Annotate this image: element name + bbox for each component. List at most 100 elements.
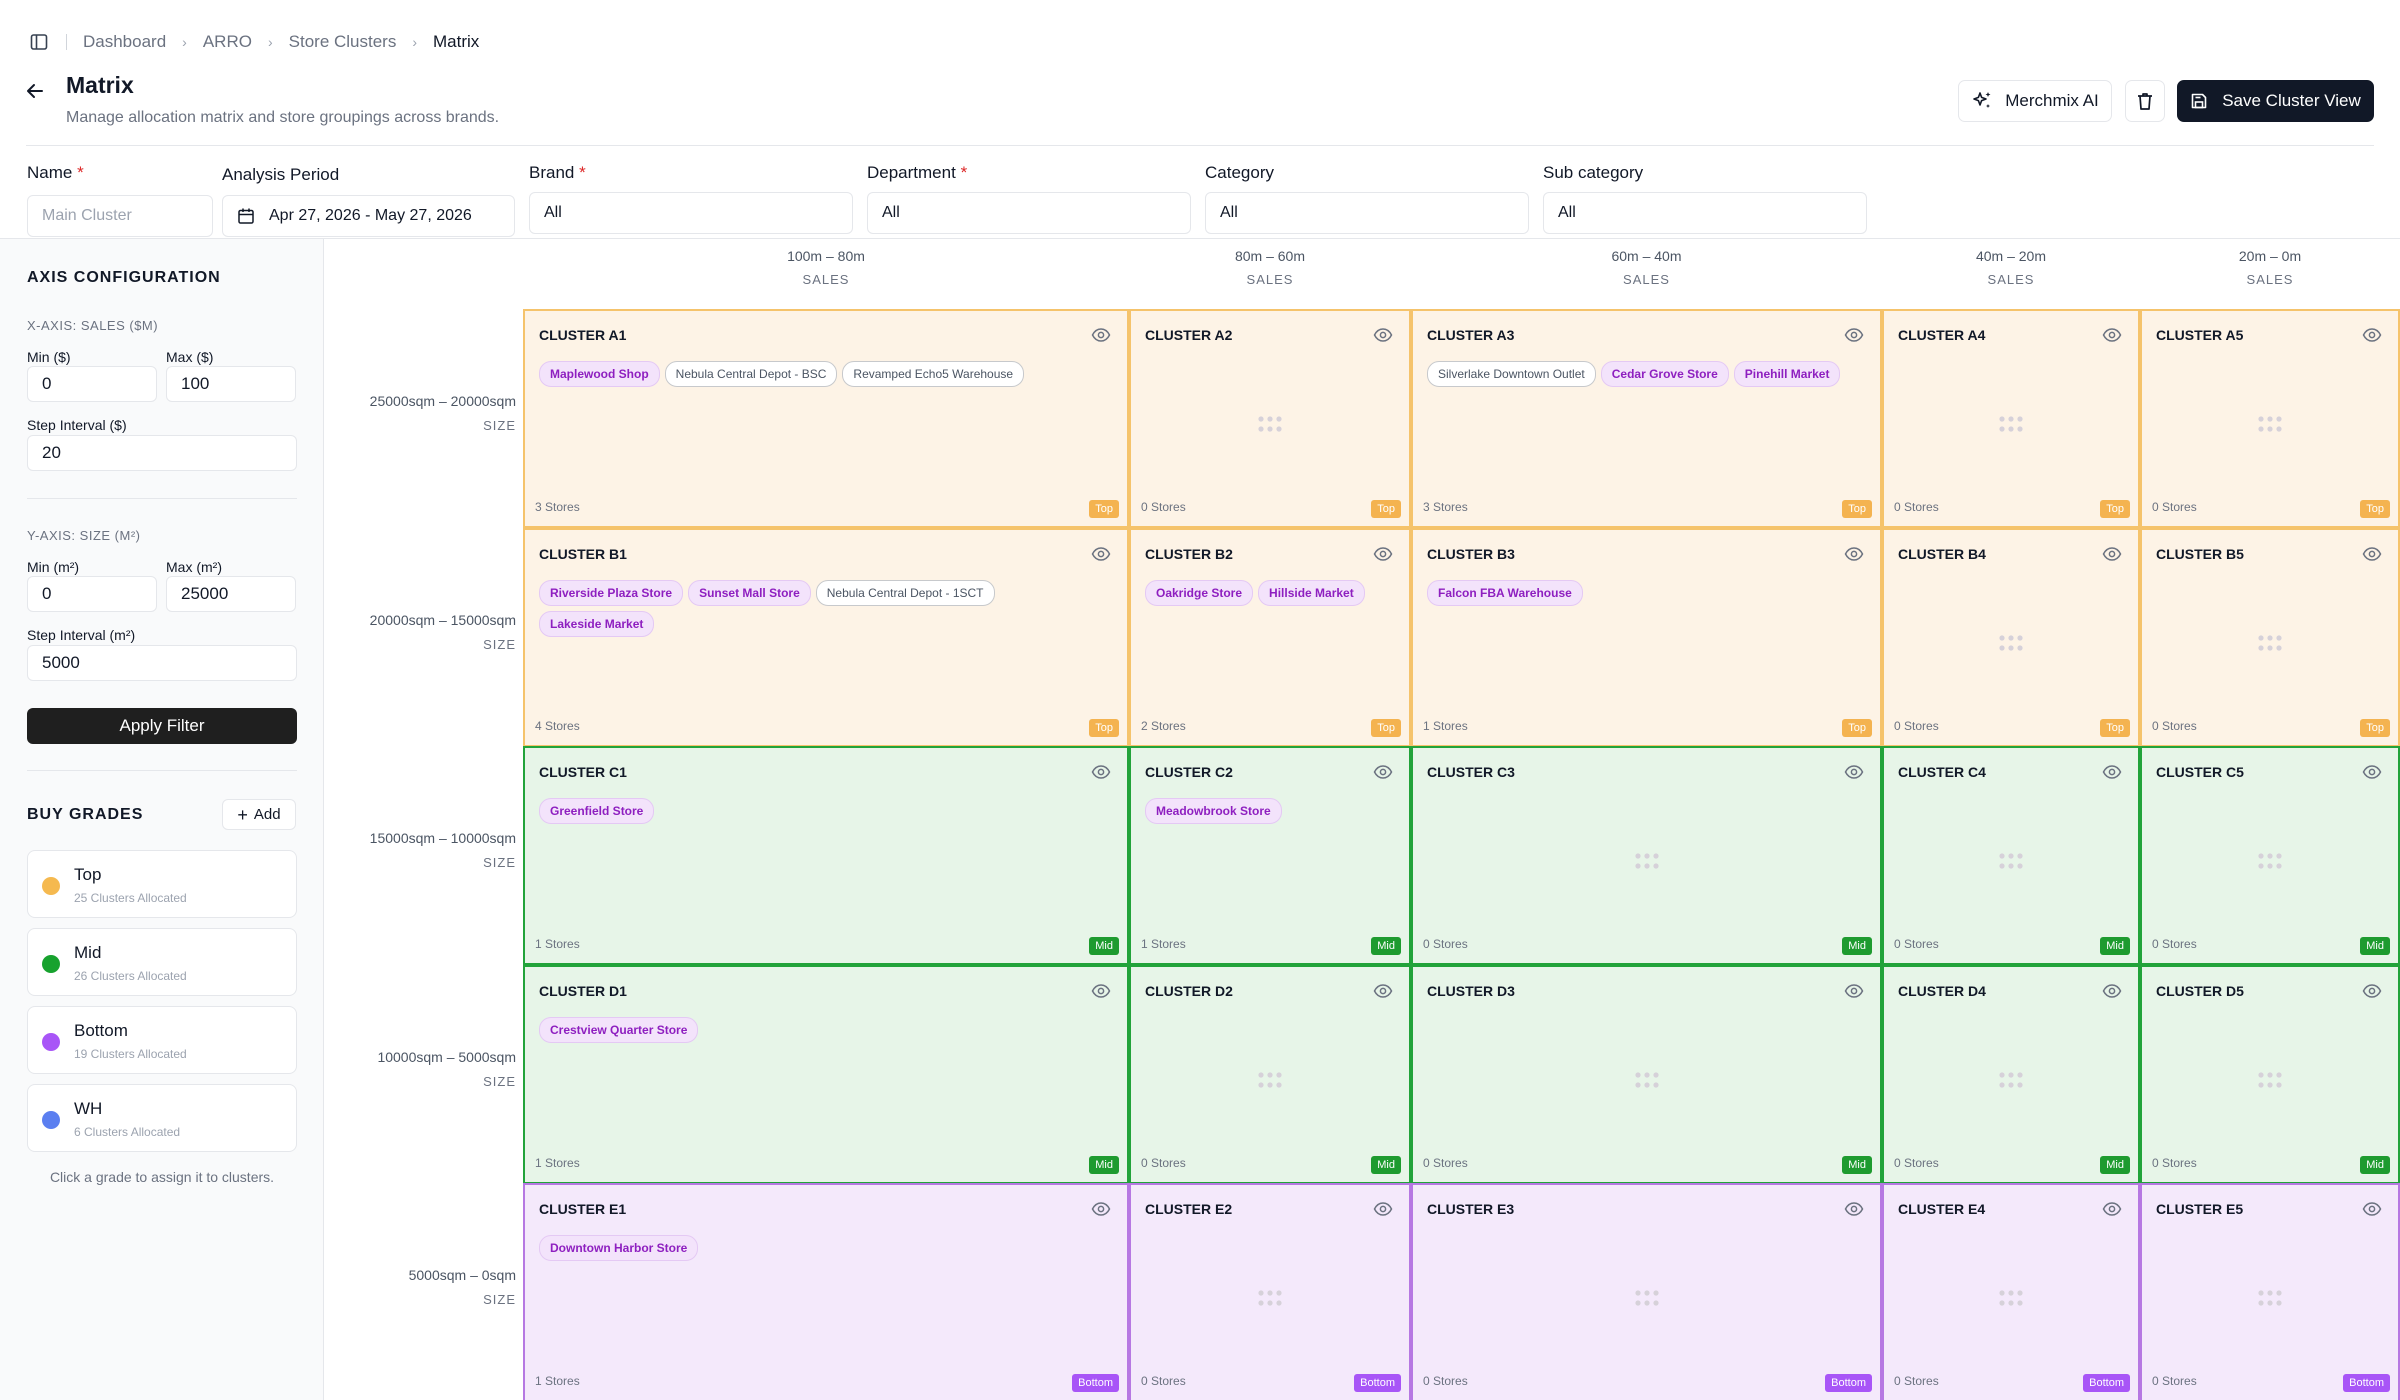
eye-icon[interactable] — [2102, 983, 2122, 999]
cluster-cell[interactable]: CLUSTER E5 0 Stores Bottom — [2140, 1183, 2400, 1400]
store-chip[interactable]: Greenfield Store — [539, 798, 655, 824]
store-chip[interactable]: Meadowbrook Store — [1145, 798, 1282, 824]
cluster-cell[interactable]: CLUSTER D3 0 Stores Mid — [1411, 965, 1882, 1184]
store-chip[interactable]: Falcon FBA Warehouse — [1427, 580, 1583, 606]
drag-handle-icon[interactable] — [1256, 1071, 1284, 1089]
eye-icon[interactable] — [1844, 983, 1864, 999]
category-select[interactable]: All — [1205, 192, 1529, 234]
cluster-cell[interactable]: CLUSTER D4 0 Stores Mid — [1882, 965, 2140, 1184]
name-input[interactable]: Main Cluster — [27, 195, 213, 237]
eye-icon[interactable] — [2102, 764, 2122, 780]
eye-icon[interactable] — [1844, 1201, 1864, 1217]
drag-handle-icon[interactable] — [2256, 415, 2284, 433]
y-step-input[interactable]: 5000 — [27, 645, 297, 681]
store-chip[interactable]: Lakeside Market — [539, 611, 655, 637]
cluster-cell[interactable]: CLUSTER E3 0 Stores Bottom — [1411, 1183, 1882, 1400]
eye-icon[interactable] — [1373, 764, 1393, 780]
cluster-cell[interactable]: CLUSTER C1 Greenfield Store 1 Stores Mid — [523, 746, 1129, 965]
eye-icon[interactable] — [1091, 983, 1111, 999]
store-chip[interactable]: Riverside Plaza Store — [539, 580, 684, 606]
cluster-cell[interactable]: CLUSTER A5 0 Stores Top — [2140, 309, 2400, 528]
department-select[interactable]: All — [867, 192, 1191, 234]
drag-handle-icon[interactable] — [1633, 1071, 1661, 1089]
sidebar-toggle-icon[interactable] — [26, 30, 52, 54]
eye-icon[interactable] — [1373, 1201, 1393, 1217]
cluster-cell[interactable]: CLUSTER E1 Downtown Harbor Store 1 Stores B… — [523, 1183, 1129, 1400]
cluster-cell[interactable]: CLUSTER C4 0 Stores Mid — [1882, 746, 2140, 965]
subcategory-select[interactable]: All — [1543, 192, 1867, 234]
eye-icon[interactable] — [2362, 983, 2382, 999]
store-chip[interactable]: Nebula Central Depot - 1SCT — [815, 580, 995, 606]
apply-filter-button[interactable]: Apply Filter — [27, 708, 297, 744]
cluster-cell[interactable]: CLUSTER C2 Meadowbrook Store 1 Stores Mid — [1129, 746, 1411, 965]
eye-icon[interactable] — [2362, 1201, 2382, 1217]
eye-icon[interactable] — [2362, 546, 2382, 562]
eye-icon[interactable] — [1844, 764, 1864, 780]
cluster-cell[interactable]: CLUSTER D2 0 Stores Mid — [1129, 965, 1411, 1184]
eye-icon[interactable] — [2362, 327, 2382, 343]
add-grade-button[interactable]: + Add — [222, 799, 296, 830]
eye-icon[interactable] — [1091, 764, 1111, 780]
eye-icon[interactable] — [1373, 546, 1393, 562]
grade-wh[interactable]: WH 6 Clusters Allocated — [27, 1084, 297, 1152]
cluster-cell[interactable]: CLUSTER A2 0 Stores Top — [1129, 309, 1411, 528]
save-cluster-view-button[interactable]: Save Cluster View — [2177, 80, 2374, 122]
store-chip[interactable]: Cedar Grove Store — [1600, 361, 1729, 387]
eye-icon[interactable] — [1373, 983, 1393, 999]
y-min-input[interactable]: 0 — [27, 576, 157, 612]
store-chip[interactable]: Sunset Mall Store — [688, 580, 811, 606]
x-min-input[interactable]: 0 — [27, 366, 157, 402]
drag-handle-icon[interactable] — [1997, 415, 2025, 433]
cluster-cell[interactable]: CLUSTER D1 Crestview Quarter Store 1 Store… — [523, 965, 1129, 1184]
eye-icon[interactable] — [2362, 764, 2382, 780]
breadcrumb-arro[interactable]: ARRO — [203, 32, 252, 52]
store-chip[interactable]: Hillside Market — [1258, 580, 1365, 606]
brand-select[interactable]: All — [529, 192, 853, 234]
eye-icon[interactable] — [2102, 546, 2122, 562]
drag-handle-icon[interactable] — [1997, 634, 2025, 652]
cluster-cell[interactable]: CLUSTER B3 Falcon FBA Warehouse 1 Stores To… — [1411, 528, 1882, 747]
drag-handle-icon[interactable] — [1256, 415, 1284, 433]
grade-bottom[interactable]: Bottom 19 Clusters Allocated — [27, 1006, 297, 1074]
eye-icon[interactable] — [1091, 1201, 1111, 1217]
eye-icon[interactable] — [1844, 546, 1864, 562]
drag-handle-icon[interactable] — [2256, 1071, 2284, 1089]
store-chip[interactable]: Maplewood Shop — [539, 361, 660, 387]
back-arrow-icon[interactable] — [20, 76, 50, 106]
cluster-cell[interactable]: CLUSTER E4 0 Stores Bottom — [1882, 1183, 2140, 1400]
store-chip[interactable]: Nebula Central Depot - BSC — [664, 361, 838, 387]
cluster-cell[interactable]: CLUSTER B2 Oakridge Store Hillside Market 2… — [1129, 528, 1411, 747]
store-chip[interactable]: Oakridge Store — [1145, 580, 1254, 606]
eye-icon[interactable] — [1373, 327, 1393, 343]
drag-handle-icon[interactable] — [1997, 1289, 2025, 1307]
store-chip[interactable]: Downtown Harbor Store — [539, 1235, 699, 1261]
store-chip[interactable]: Pinehill Market — [1733, 361, 1841, 387]
drag-handle-icon[interactable] — [2256, 852, 2284, 870]
drag-handle-icon[interactable] — [1633, 852, 1661, 870]
grade-top[interactable]: Top 25 Clusters Allocated — [27, 850, 297, 918]
store-chip[interactable]: Crestview Quarter Store — [539, 1017, 699, 1043]
y-max-input[interactable]: 25000 — [166, 576, 296, 612]
breadcrumb-dashboard[interactable]: Dashboard — [83, 32, 166, 52]
grade-mid[interactable]: Mid 26 Clusters Allocated — [27, 928, 297, 996]
x-max-input[interactable]: 100 — [166, 366, 296, 402]
eye-icon[interactable] — [2102, 1201, 2122, 1217]
cluster-cell[interactable]: CLUSTER A1 Maplewood Shop Nebula Central D… — [523, 309, 1129, 528]
store-chip[interactable]: Silverlake Downtown Outlet — [1427, 361, 1596, 387]
cluster-cell[interactable]: CLUSTER E2 0 Stores Bottom — [1129, 1183, 1411, 1400]
drag-handle-icon[interactable] — [1997, 852, 2025, 870]
cluster-cell[interactable]: CLUSTER A3 Silverlake Downtown Outlet Ceda… — [1411, 309, 1882, 528]
drag-handle-icon[interactable] — [2256, 1289, 2284, 1307]
breadcrumb-store-clusters[interactable]: Store Clusters — [289, 32, 397, 52]
drag-handle-icon[interactable] — [1256, 1289, 1284, 1307]
merchmix-ai-button[interactable]: Merchmix AI — [1958, 80, 2112, 122]
cluster-cell[interactable]: CLUSTER D5 0 Stores Mid — [2140, 965, 2400, 1184]
drag-handle-icon[interactable] — [2256, 634, 2284, 652]
delete-button[interactable] — [2125, 80, 2165, 122]
analysis-period-input[interactable]: Apr 27, 2026 - May 27, 2026 — [222, 195, 515, 237]
eye-icon[interactable] — [1091, 327, 1111, 343]
store-chip[interactable]: Revamped Echo5 Warehouse — [842, 361, 1025, 387]
cluster-cell[interactable]: CLUSTER B4 0 Stores Top — [1882, 528, 2140, 747]
x-step-input[interactable]: 20 — [27, 435, 297, 471]
drag-handle-icon[interactable] — [1633, 1289, 1661, 1307]
